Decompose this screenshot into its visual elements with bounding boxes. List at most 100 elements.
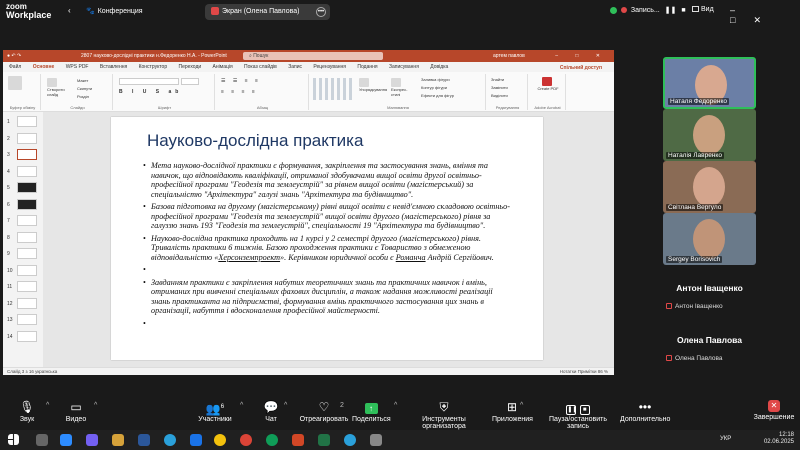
system-clock[interactable]: 12:18 02.06.2025 — [764, 432, 794, 446]
chevron-up-icon[interactable]: ^ — [46, 402, 49, 409]
chevron-up-icon[interactable]: ^ — [520, 402, 523, 409]
chevron-up-icon[interactable]: ^ — [240, 402, 243, 409]
shape-effects-button[interactable]: Ефекти для фігур — [421, 93, 454, 98]
slide-thumbnail[interactable] — [17, 314, 37, 325]
participants-button[interactable]: 👥6 Участники ^ — [194, 400, 243, 423]
chevron-up-icon[interactable]: ^ — [94, 402, 97, 409]
slide-thumbnail[interactable] — [17, 231, 37, 243]
windows-start-icon[interactable] — [8, 434, 19, 445]
slide-body[interactable]: Мета науково-дослідної практики є формув… — [143, 161, 511, 331]
ppt-user-name[interactable]: артем павлов — [493, 50, 525, 62]
paste-icon[interactable] — [8, 76, 24, 90]
new-slide-button[interactable]: Створити слайд — [47, 78, 69, 97]
slide-thumbnail[interactable] — [17, 330, 37, 342]
font-name-input[interactable] — [119, 78, 179, 85]
create-pdf-button[interactable]: Create PDF — [536, 77, 560, 91]
more-icon[interactable]: ••• — [316, 7, 326, 17]
tab-animation[interactable]: Анімація — [213, 62, 233, 72]
tab-slideshow[interactable]: Показ слайдів — [244, 62, 277, 72]
app-icon[interactable] — [370, 434, 382, 446]
shape-fill-button[interactable]: Заливка фігури — [421, 77, 450, 82]
chat-button[interactable]: 💬 Чат ^ — [262, 400, 288, 423]
font-size-input[interactable] — [181, 78, 199, 85]
apps-button[interactable]: ⊞ Приложения ^ — [492, 400, 533, 423]
slide-thumbnail[interactable] — [17, 198, 37, 210]
arrange-button[interactable]: Упорядкування — [359, 78, 387, 92]
telegram-2-icon[interactable] — [344, 434, 356, 446]
slide-thumbnail[interactable] — [17, 165, 37, 177]
font-format-buttons[interactable]: B I U S ab — [119, 89, 182, 95]
participant-tile[interactable]: Світлана Вергуло — [663, 161, 756, 213]
tab-file[interactable]: Файл — [9, 62, 21, 72]
shapes-gallery[interactable] — [313, 78, 353, 100]
edge-icon[interactable] — [190, 434, 202, 446]
tab-wps-pdf[interactable]: WPS PDF — [66, 62, 89, 72]
slide-thumbnail[interactable] — [17, 248, 37, 259]
current-slide[interactable]: Науково-дослідна практика Мета науково-д… — [111, 117, 543, 360]
slide-thumbnail[interactable] — [17, 132, 37, 144]
slide-thumbnail[interactable] — [17, 297, 37, 309]
tab-insert[interactable]: Вставлення — [100, 62, 127, 72]
slide-thumbnail[interactable] — [17, 281, 37, 292]
tab-design[interactable]: Конструктор — [139, 62, 168, 72]
minimize-icon[interactable]: – — [730, 5, 753, 15]
tab-record[interactable]: Запис — [288, 62, 302, 72]
slide-thumbnail[interactable] — [17, 182, 37, 193]
status-zoom[interactable]: Нотатки Примітки 86 % — [560, 368, 608, 376]
find-button[interactable]: Знайти — [491, 77, 504, 82]
language-indicator[interactable]: УКР — [720, 436, 731, 442]
section-button[interactable]: Розділ — [77, 94, 89, 99]
layout-button[interactable]: Макет — [77, 78, 88, 83]
ppt-window-controls[interactable]: – □ ✕ — [555, 50, 608, 62]
slide-thumbnail[interactable] — [17, 149, 37, 160]
align-icons[interactable]: ≡ ≡ ≡ ≡ — [221, 89, 258, 95]
telegram-icon[interactable] — [164, 434, 176, 446]
excel-icon[interactable] — [318, 434, 330, 446]
shape-outline-button[interactable]: Контур фігури — [421, 85, 447, 90]
conference-tab[interactable]: 🐾 Конференция — [86, 7, 143, 15]
recording-indicator[interactable]: Запись... ❚❚ ■ — [610, 6, 686, 14]
participant-tile[interactable]: Sergey Borisovich — [663, 213, 756, 265]
tab-recording[interactable]: Записування — [389, 62, 419, 72]
slide-title[interactable]: Науково-дослідна практика — [147, 131, 363, 151]
pause-icon[interactable]: ❚❚ — [665, 7, 677, 14]
end-meeting-button[interactable]: ✕ Завершение — [752, 400, 796, 421]
slide-thumbnail[interactable] — [17, 116, 37, 127]
slide-thumbnail[interactable] — [17, 215, 37, 226]
chrome-icon[interactable] — [214, 434, 226, 446]
viber-icon[interactable] — [86, 434, 98, 446]
participant-tile[interactable]: Наталя Федоренко — [663, 57, 756, 109]
video-button[interactable]: ▭ Видео ^ — [62, 400, 98, 423]
share-screen-button[interactable]: ↑ Поделиться 2 ^ — [340, 400, 397, 423]
chrome-profile-2-icon[interactable] — [266, 434, 278, 446]
close-icon[interactable]: ✕ — [753, 15, 779, 25]
ppt-search-box[interactable]: ⌕ Пошук — [243, 52, 383, 60]
tab-view[interactable]: Подання — [357, 62, 377, 72]
stop-icon[interactable]: ■ — [681, 7, 685, 14]
tab-transitions[interactable]: Переходи — [179, 62, 202, 72]
zoom-app-icon[interactable] — [60, 434, 72, 446]
host-tools-button[interactable]: ⛨ Инструменты организатора — [402, 400, 486, 430]
participant-tile[interactable]: Наталія Лавренко — [663, 109, 756, 161]
chrome-profile-icon[interactable] — [240, 434, 252, 446]
participant-name-large[interactable]: Олена Павлова — [663, 335, 756, 345]
view-button[interactable]: Вид — [692, 6, 714, 13]
search-icon[interactable] — [36, 434, 48, 446]
chevron-up-icon[interactable]: ^ — [284, 402, 287, 409]
autosave-icon[interactable]: ● ↶ ↷ — [7, 50, 21, 62]
reset-button[interactable]: Скинути — [77, 86, 92, 91]
select-button[interactable]: Виділити — [491, 93, 508, 98]
winrar-icon[interactable] — [112, 434, 124, 446]
maximize-icon[interactable]: □ — [730, 15, 753, 25]
replace-button[interactable]: Замінити — [491, 85, 508, 90]
tab-help[interactable]: Довідка — [430, 62, 448, 72]
quick-styles-button[interactable]: Експрес-стилі — [391, 78, 413, 97]
screen-share-pill[interactable]: Экран (Олена Павлова) ••• — [205, 4, 330, 20]
mute-button[interactable]: 🎙 Звук ^ — [14, 400, 49, 423]
slide-thumbnail[interactable] — [17, 264, 37, 276]
more-button[interactable]: ••• Дополнительно — [620, 400, 670, 423]
chevron-up-icon[interactable]: ^ — [394, 402, 397, 409]
pause-stop-recording-button[interactable]: ❚❚ ■ Пауза/остановить запись — [540, 400, 616, 430]
powerpoint-icon[interactable] — [292, 434, 304, 446]
participant-name-large[interactable]: Антон Іващенко — [663, 283, 756, 293]
